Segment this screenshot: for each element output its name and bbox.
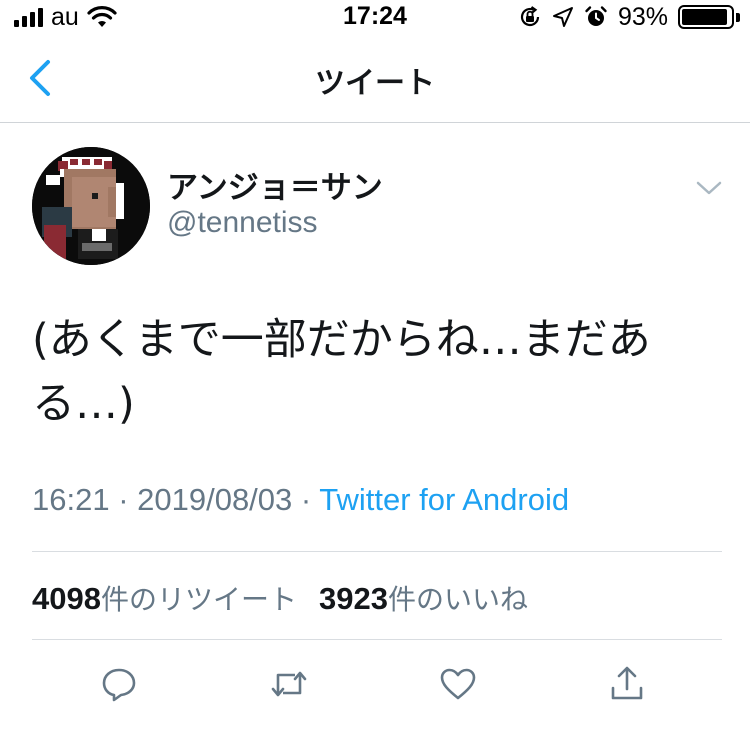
likes-label: 件のいいね: [387, 583, 528, 616]
page-title: ツイート: [315, 66, 435, 101]
status-bar: au 17:24 93%: [0, 0, 750, 40]
location-arrow-icon: [552, 7, 573, 27]
tweet-meta: 16:21 · 2019/08/03 · Twitter for Android: [32, 482, 569, 518]
tweet-text: (あくまで一部だからね…まだある…): [32, 315, 651, 429]
retweet-icon: [271, 671, 307, 697]
status-right: 93%: [518, 0, 740, 34]
reply-icon: [102, 668, 136, 702]
like-button[interactable]: [436, 662, 480, 706]
divider: [32, 639, 722, 640]
alarm-icon: [585, 6, 607, 26]
tweet-timestamp: 16:21 · 2019/08/03 ·: [32, 482, 320, 517]
retweets-label: 件のリツイート: [100, 583, 297, 616]
battery-percent: 93%: [617, 2, 668, 31]
chevron-down-icon[interactable]: [694, 178, 724, 198]
tweet-source-link[interactable]: Twitter for Android: [319, 482, 569, 517]
share-icon: [611, 666, 643, 700]
battery-fill: [682, 9, 727, 25]
avatar[interactable]: [32, 147, 150, 265]
likes-count: 3923: [318, 581, 388, 616]
tweet-stats: 4098件のリツイート 3923件のいいね: [32, 578, 528, 618]
share-button[interactable]: [605, 662, 649, 706]
nav-bar: ツイート: [0, 40, 750, 123]
rotation-lock-icon: [520, 6, 540, 27]
retweets-stat[interactable]: 4098件のリツイート: [32, 581, 297, 616]
reply-button[interactable]: [97, 662, 141, 706]
likes-stat[interactable]: 3923件のいいね: [318, 581, 528, 616]
retweets-count: 4098: [32, 581, 101, 616]
heart-icon: [440, 668, 476, 700]
battery-icon: [678, 5, 740, 29]
divider: [32, 551, 722, 552]
author-name[interactable]: アンジョ＝サン: [167, 162, 383, 207]
author-handle[interactable]: @tennetiss: [167, 206, 318, 240]
retweet-button[interactable]: [267, 662, 311, 706]
